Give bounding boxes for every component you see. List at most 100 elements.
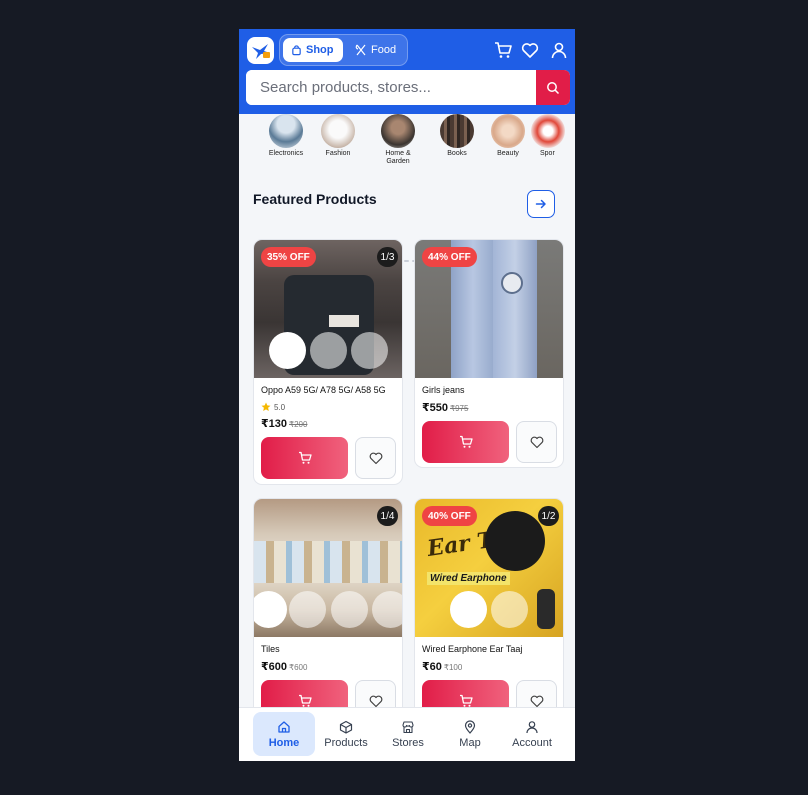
user-icon[interactable] [550,41,568,59]
product-image[interactable]: 1/4 [254,499,402,637]
category-image [381,114,415,148]
category-home-garden[interactable]: Home & Garden [368,114,428,166]
heart-icon[interactable] [521,41,539,59]
cart-icon[interactable] [494,41,512,59]
image-counter: 1/4 [377,506,398,526]
product-price: ₹60 ₹100 [422,660,462,673]
image-thumb-dot[interactable] [269,332,306,369]
search-input[interactable] [246,70,536,105]
box-icon [339,720,353,734]
jeans-patch [501,272,523,294]
category-label: Home & Garden [385,150,411,165]
app-header: Shop Food [239,29,575,114]
product-rating: 5.0 [261,402,285,412]
product-label-sticker [329,315,359,327]
image-counter: 1/2 [538,506,559,526]
bottom-navigation: Home Products Stores Map Account [239,707,575,761]
product-price: ₹600 ₹600 [261,660,307,673]
category-label: Fashion [325,150,351,157]
search-bar [246,70,570,105]
app-screen: Shop Food Electronics [239,29,575,761]
product-card[interactable]: 35% OFF 1/3 Oppo A59 5G/ A78 5G/ A58 5G … [253,239,403,485]
discount-badge: 44% OFF [422,247,477,267]
food-mode-label: Food [371,44,397,56]
product-image[interactable]: 44% OFF [415,240,563,378]
current-price: ₹130 [261,418,288,430]
image-thumb-dot[interactable] [331,591,368,628]
nav-stores[interactable]: Stores [377,712,439,756]
see-all-button[interactable] [527,190,555,218]
category-label: Spor [540,150,555,157]
nav-home[interactable]: Home [253,712,315,756]
earphone-shape [485,511,545,571]
old-price: ₹600 [289,663,308,672]
image-thumb-dot[interactable] [289,591,326,628]
image-counter: 1/3 [377,247,398,267]
product-card[interactable]: Ear Taaj Wired Earphone 40% OFF 1/2 Wire… [414,498,564,728]
cart-icon [459,435,473,448]
old-price: ₹100 [443,663,463,672]
store-icon [402,720,414,733]
featured-products-title: Featured Products [253,191,377,207]
product-name[interactable]: Wired Earphone Ear Taaj [422,644,522,654]
category-electronics[interactable]: Electronics [256,114,316,158]
utensils-icon [355,44,366,56]
old-price: ₹975 [450,404,469,413]
user-icon [526,720,538,733]
earphone-shape [537,589,555,629]
nav-label: Map [459,736,481,749]
heart-icon [530,436,543,449]
shop-mode-label: Shop [306,44,334,56]
nav-label: Products [324,736,368,749]
heart-icon [369,452,382,465]
category-image [531,114,565,148]
jeans-right-leg [493,240,537,378]
product-image[interactable]: 35% OFF 1/3 [254,240,402,378]
food-mode-button[interactable]: Food [347,38,407,62]
nav-label: Home [268,736,300,749]
product-name[interactable]: Tiles [261,644,280,654]
add-to-cart-button[interactable] [422,421,509,463]
image-thumb-dot[interactable] [310,332,347,369]
current-price: ₹600 [261,661,288,673]
category-image [321,114,355,148]
product-card[interactable]: 1/4 Tiles ₹600 ₹600 [253,498,403,728]
image-thumb-dot[interactable] [254,591,287,628]
product-price: ₹550 ₹975 [422,401,468,414]
product-card[interactable]: 44% OFF Girls jeans ₹550 ₹975 [414,239,564,468]
nav-products[interactable]: Products [315,712,377,756]
rating-value: 5.0 [274,402,286,412]
image-thumb-dot[interactable] [372,591,402,628]
category-sports[interactable]: Spor [527,114,575,158]
heart-icon [369,695,382,708]
add-to-wishlist-button[interactable] [355,437,396,479]
shop-mode-button[interactable]: Shop [283,38,343,62]
product-name[interactable]: Girls jeans [422,385,465,395]
bird-logo-icon[interactable] [247,37,274,64]
star-icon [261,402,271,411]
cart-icon [459,694,473,707]
image-thumb-dot[interactable] [450,591,487,628]
image-thumb-dot[interactable] [351,332,388,369]
category-image [440,114,474,148]
heart-icon [530,695,543,708]
current-price: ₹60 [422,661,442,673]
product-name[interactable]: Oppo A59 5G/ A78 5G/ A58 5G [261,385,386,395]
map-pin-icon [464,719,476,734]
discount-badge: 40% OFF [422,506,477,526]
cart-icon [298,694,312,707]
category-fashion[interactable]: Fashion [308,114,368,158]
nav-map[interactable]: Map [439,712,501,756]
add-to-cart-button[interactable] [261,437,348,479]
category-label: Electronics [268,150,304,157]
tiles-display [254,541,402,583]
category-image [269,114,303,148]
bag-icon [292,44,301,55]
carousel-dot[interactable] [404,260,409,262]
image-thumb-dot[interactable] [491,591,528,628]
nav-account[interactable]: Account [501,712,563,756]
search-button[interactable] [536,70,570,105]
add-to-wishlist-button[interactable] [516,421,557,463]
product-image[interactable]: Ear Taaj Wired Earphone 40% OFF 1/2 [415,499,563,637]
current-price: ₹550 [422,402,449,414]
